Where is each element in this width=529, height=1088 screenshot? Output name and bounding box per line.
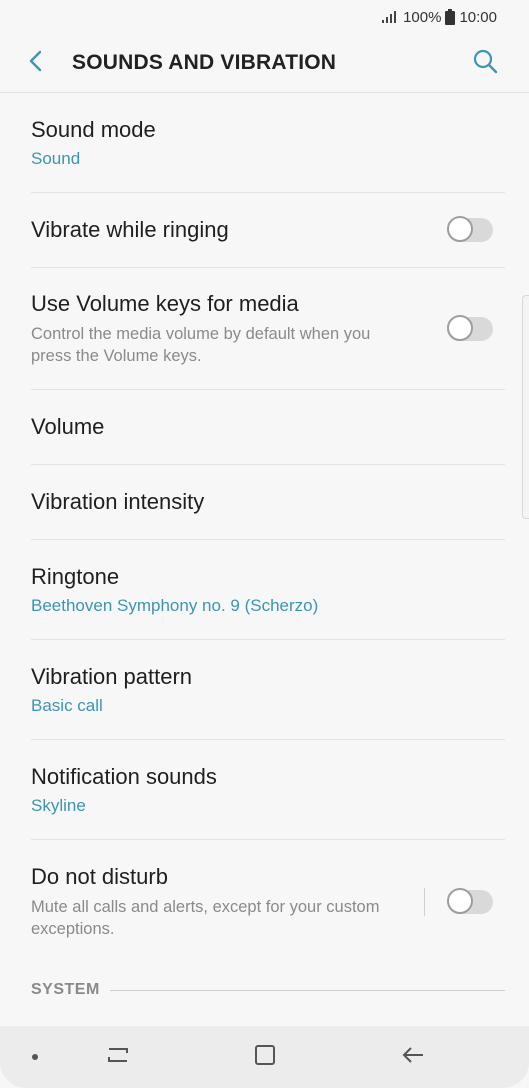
setting-ringtone[interactable]: Ringtone Beethoven Symphony no. 9 (Scher… [31,540,505,640]
search-button[interactable] [463,41,507,85]
setting-vibration-pattern[interactable]: Vibration pattern Basic call [31,640,505,740]
setting-title: Do not disturb [31,864,168,889]
setting-value: Skyline [31,795,86,815]
signal-icon [381,10,399,24]
do-not-disturb-toggle[interactable] [447,888,493,914]
home-icon [254,1044,276,1071]
setting-vibrate-while-ringing[interactable]: Vibrate while ringing [31,193,505,268]
divider [109,989,505,991]
setting-title: Sound mode [31,116,156,142]
setting-description: Control the media volume by default when… [31,324,371,365]
recent-apps-button[interactable] [103,1042,133,1072]
search-icon [472,48,498,79]
vibrate-while-ringing-toggle[interactable] [447,216,493,242]
setting-value: Sound [31,148,81,168]
settings-list: Sound mode Sound Vibrate while ringing U… [0,93,529,964]
setting-title: Vibrate while ringing [31,217,229,242]
section-header-system: SYSTEM [31,978,505,1002]
setting-title: Use Volume keys for media [31,290,299,316]
setting-title: Ringtone [31,563,120,589]
clock: 10:00 [459,8,497,26]
setting-title: Vibration pattern [31,663,193,689]
volume-keys-media-toggle[interactable] [447,314,493,341]
setting-value: Basic call [31,695,103,715]
recent-apps-icon [106,1045,130,1070]
setting-value: Beethoven Symphony no. 9 (Scherzo) [31,595,319,615]
setting-volume[interactable]: Volume [31,390,505,465]
app-bar: SOUNDS AND VIBRATION [0,34,529,93]
setting-notification-sounds[interactable]: Notification sounds Skyline [31,740,505,840]
setting-description: Mute all calls and alerts, except for yo… [31,898,380,938]
nav-back-button[interactable] [398,1042,428,1072]
back-icon [401,1045,425,1070]
setting-do-not-disturb[interactable]: Do not disturb Mute all calls and alerts… [31,840,505,964]
navbar-dot [20,1042,50,1072]
status-bar: 100% 10:00 [0,0,529,34]
setting-sound-mode[interactable]: Sound mode Sound [31,93,505,193]
navigation-bar [0,1026,529,1088]
section-label: SYSTEM [31,981,100,998]
back-button[interactable] [14,41,58,85]
setting-title: Vibration intensity [31,489,205,514]
setting-title: Notification sounds [31,763,217,789]
scrollbar[interactable] [522,295,529,519]
divider [424,888,425,916]
back-arrow-icon [28,50,44,77]
setting-volume-keys-media[interactable]: Use Volume keys for media Control the me… [31,268,505,390]
screen: 100% 10:00 SOUNDS AND VIBRATION Sound mo… [0,0,529,1088]
setting-vibration-intensity[interactable]: Vibration intensity [31,465,505,540]
page-title: SOUNDS AND VIBRATION [72,51,337,74]
battery-icon [445,9,456,25]
setting-title: Volume [31,414,105,439]
home-button[interactable] [250,1042,280,1072]
battery-percent: 100% [403,8,442,26]
